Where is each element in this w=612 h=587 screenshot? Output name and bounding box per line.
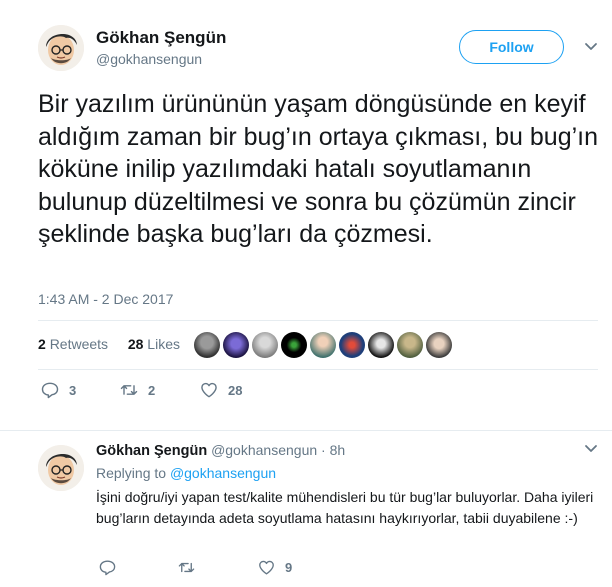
reply-text: İşini doğru/iyi yapan test/kalite mühend… xyxy=(96,489,594,526)
like-action-count: 28 xyxy=(228,382,243,398)
main-tweet: Gökhan Şengün @gokhansengun Follow Bir y… xyxy=(0,0,612,428)
reply-action[interactable]: 3 xyxy=(40,380,76,400)
follow-button[interactable]: Follow xyxy=(459,30,564,64)
reply-count: 3 xyxy=(69,382,77,398)
liker-avatar[interactable] xyxy=(339,332,365,358)
retweet-action[interactable]: 2 xyxy=(119,380,155,400)
replying-to-link[interactable]: @gokhansengun xyxy=(170,465,276,481)
divider xyxy=(38,320,598,321)
reply-author-handle[interactable]: @gokhansengun xyxy=(211,442,317,458)
heart-icon xyxy=(259,560,274,575)
reply-action[interactable] xyxy=(98,558,126,577)
reply-icon xyxy=(99,560,116,576)
retweet-action[interactable] xyxy=(177,558,205,577)
author-name[interactable]: Gökhan Şengün xyxy=(96,28,226,48)
avatar-illustration xyxy=(38,445,84,491)
liker-avatar[interactable] xyxy=(281,332,307,358)
reply-header: Gökhan Şengün @gokhansengun · 8h xyxy=(96,442,345,459)
retweet-action-count: 2 xyxy=(148,382,156,398)
liker-avatar[interactable] xyxy=(426,332,452,358)
caret-down-icon[interactable] xyxy=(584,42,598,52)
liker-avatar[interactable] xyxy=(368,332,394,358)
like-label[interactable]: Likes xyxy=(147,336,180,352)
retweet-label[interactable]: Retweets xyxy=(50,336,108,352)
liker-avatar[interactable] xyxy=(310,332,336,358)
liker-avatar[interactable] xyxy=(252,332,278,358)
like-action[interactable]: 9 xyxy=(257,558,292,577)
heart-icon xyxy=(201,382,217,398)
reply-icon xyxy=(41,382,59,399)
divider xyxy=(38,369,598,370)
avatar[interactable] xyxy=(38,25,84,71)
reply-like-count: 9 xyxy=(285,560,293,575)
reply-separator: · xyxy=(321,442,326,458)
caret-down-icon[interactable] xyxy=(584,444,598,454)
reply-time[interactable]: 8h xyxy=(330,442,346,458)
liker-avatar[interactable] xyxy=(223,332,249,358)
reply-author-name[interactable]: Gökhan Şengün xyxy=(96,443,207,459)
replying-prefix: Replying to xyxy=(96,465,167,481)
liker-avatar[interactable] xyxy=(397,332,423,358)
like-action[interactable]: 28 xyxy=(199,380,242,400)
liker-avatar[interactable] xyxy=(194,332,220,358)
author-handle[interactable]: @gokhansengun xyxy=(96,51,202,67)
like-count[interactable]: 28 xyxy=(128,336,144,352)
retweet-count[interactable]: 2 xyxy=(38,336,46,352)
tweet-timestamp[interactable]: 1:43 AM - 2 Dec 2017 xyxy=(38,291,173,307)
avatar[interactable] xyxy=(38,445,84,491)
engagement-stats: 2 Retweets 28 Likes xyxy=(38,336,180,352)
retweet-icon xyxy=(120,385,138,395)
retweet-icon xyxy=(178,562,195,573)
avatar-illustration xyxy=(38,25,84,71)
replying-to: Replying to @gokhansengun xyxy=(96,465,276,481)
section-divider xyxy=(0,430,612,431)
tweet-text: Bir yazılım ürününün yaşam döngüsünde en… xyxy=(38,90,599,248)
